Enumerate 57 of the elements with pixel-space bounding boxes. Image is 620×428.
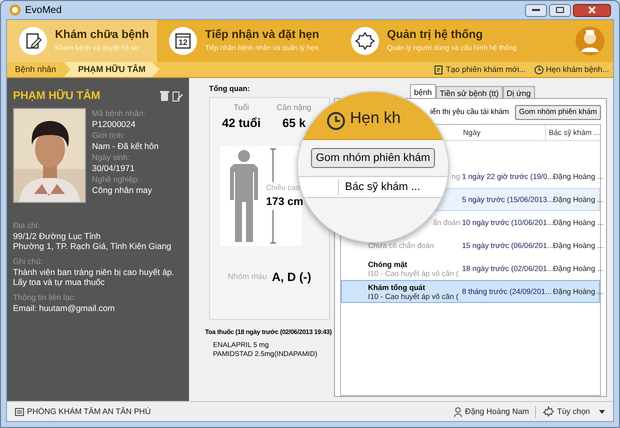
field-label: Ghi chú: bbox=[13, 256, 44, 266]
group-button[interactable]: Gom nhóm phiên khám bbox=[310, 148, 436, 168]
field-value: Phường 1, TP. Rạch Giá, Tỉnh Kiên Giang bbox=[13, 240, 172, 250]
stat-value: 42 tuổi bbox=[222, 115, 261, 132]
field-label: Mã bệnh nhân: bbox=[92, 108, 146, 118]
caret-icon bbox=[599, 410, 605, 414]
tab[interactable]: bệnh bbox=[410, 84, 436, 98]
clinic-name: PHÒNG KHÁM TÂM AN TÂN PHÚ bbox=[27, 406, 151, 418]
clock-icon bbox=[534, 64, 544, 74]
patient-name: PHẠM HỮU TÂM bbox=[13, 88, 100, 104]
stat-label: Nhóm máu bbox=[228, 271, 267, 284]
user-name: Đặng Hoàng Nam bbox=[465, 406, 536, 418]
module-title: Khám chữa bệnh bbox=[55, 28, 149, 44]
breadcrumb-item[interactable]: PHẠM HỮU TÂM bbox=[64, 62, 160, 77]
field-label: Giới tính: bbox=[92, 130, 126, 140]
maximize-button[interactable] bbox=[549, 4, 571, 16]
new-document-icon bbox=[434, 64, 444, 74]
gear-icon bbox=[543, 406, 554, 417]
magnified-label: Hẹn kh bbox=[350, 109, 401, 129]
user-icon bbox=[454, 406, 462, 416]
field-value: Nam - Đã kết hôn bbox=[92, 140, 159, 152]
clinic-icon bbox=[15, 408, 24, 416]
close-icon bbox=[588, 6, 596, 14]
close-button[interactable] bbox=[573, 4, 611, 16]
stat-value: 65 k bbox=[282, 115, 306, 132]
field-value: 99/1/2 Đường Lục Tỉnh bbox=[13, 230, 102, 240]
action-link[interactable]: Hẹn khám bệnh... bbox=[546, 64, 609, 76]
calendar-icon bbox=[169, 27, 197, 55]
app-icon bbox=[9, 4, 21, 16]
gear-icon bbox=[351, 27, 379, 55]
field-label: Nghề nghiệp: bbox=[92, 174, 141, 184]
tab[interactable]: Tiền sử bệnh (tt) bbox=[436, 86, 503, 98]
stat-label: Cân nặng bbox=[276, 102, 312, 114]
calendar-day: 12 bbox=[169, 37, 197, 49]
field-label: Địa chỉ: bbox=[13, 220, 41, 230]
module-title: Quản trị hệ thống bbox=[387, 28, 484, 44]
notepad-icon bbox=[19, 27, 47, 55]
stat-value: 173 cm bbox=[266, 194, 304, 210]
stat-label: Tuổi bbox=[234, 102, 249, 114]
minimize-button[interactable] bbox=[525, 4, 547, 16]
window-title: EvoMed bbox=[25, 4, 62, 18]
mascot-logo bbox=[575, 26, 605, 56]
field-label: Ngày sinh: bbox=[92, 152, 131, 162]
field-value: 30/04/1971 bbox=[92, 162, 136, 174]
field-value: Email: huutam@gmail.com bbox=[13, 302, 116, 312]
edit-icon bbox=[172, 90, 183, 102]
field-label: Thông tin liên lạc: bbox=[13, 292, 77, 302]
field-value: Thành viên ban tráng niên bị cao huyết áp. Lấy toa và tự mua thuốc bbox=[13, 266, 176, 286]
field-value: P12000024 bbox=[92, 118, 136, 130]
module-title: Tiếp nhận và đặt hẹn bbox=[205, 28, 320, 44]
breadcrumb-item[interactable]: Bệnh nhân bbox=[7, 62, 64, 77]
field-value: Công nhân may bbox=[92, 184, 154, 196]
tab[interactable]: Dị ứng bbox=[502, 86, 535, 98]
stat-value: A, D (-) bbox=[272, 269, 312, 286]
action-link[interactable]: Tạo phiên khám mới... bbox=[446, 64, 526, 76]
options-menu[interactable]: Tùy chọn bbox=[557, 406, 590, 418]
clock-icon bbox=[326, 111, 346, 131]
